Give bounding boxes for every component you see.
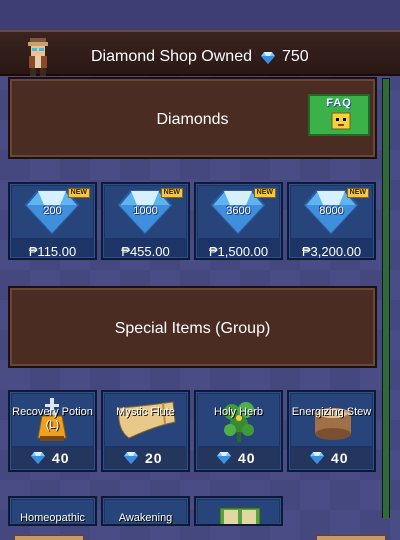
faq-button[interactable]: FAQ (308, 94, 370, 136)
item-cost-value: 40 (238, 450, 256, 466)
diamond-pack-card[interactable]: 8000 NEW ₱3,200.00 (287, 182, 376, 260)
item-art: Recovery Potion (L) (12, 394, 93, 446)
diamond-pack-amount: 1000 (133, 205, 158, 217)
item-art: Mystic Flute (105, 394, 186, 446)
diamond-pack-price: ₱1,500.00 (208, 244, 269, 259)
special-item-card[interactable]: Homeopathic (8, 496, 97, 526)
item-cost: 40 (12, 448, 93, 468)
item-name: Awakening (118, 512, 173, 524)
new-badge: NEW (67, 188, 90, 198)
special-item-card[interactable]: Holy Herb 40 (194, 390, 283, 472)
diamond-pack-amount: 8000 (319, 205, 344, 217)
book-icon (219, 507, 261, 524)
diamond-pack-price: ₱455.00 (121, 244, 170, 259)
item-cost: 20 (105, 448, 186, 468)
faq-label: FAQ (326, 97, 352, 109)
diamond-pack-art: 1000 NEW (105, 186, 186, 238)
item-art (198, 500, 279, 524)
special-item-card[interactable]: Awakening (101, 496, 190, 526)
special-item-card[interactable]: Mystic Flute 20 (101, 390, 190, 472)
item-cost-value: 20 (145, 450, 163, 466)
scrollbar-thumb[interactable] (383, 79, 389, 519)
diamond-pack-art: 8000 NEW (291, 186, 372, 238)
item-cost-value: 40 (52, 450, 70, 466)
diamond-pack-price: ₱3,200.00 (301, 244, 362, 259)
diamond-icon (261, 52, 275, 64)
scrollbar[interactable] (382, 78, 390, 519)
new-badge: NEW (253, 188, 276, 198)
diamond-pack-card[interactable]: 3600 NEW ₱1,500.00 (194, 182, 283, 260)
special-item-card[interactable]: Recovery Potion (L) 40 (8, 390, 97, 472)
special-items-section-header: Special Items (Group) (8, 286, 377, 368)
diamond-pack-amount: 200 (43, 205, 62, 217)
faq-mascot-icon (331, 112, 351, 130)
diamond-pack-price: ₱115.00 (28, 244, 77, 259)
owned-diamond-count: 750 (282, 48, 309, 65)
diamond-pack-card[interactable]: 1000 NEW ₱455.00 (101, 182, 190, 260)
bottom-left-button[interactable] (14, 535, 84, 540)
diamond-pack-art: 3600 NEW (198, 186, 279, 238)
diamond-pack-amount: 3600 (226, 205, 251, 217)
item-name: Mystic Flute (116, 406, 175, 418)
item-art: Energizing Stew (291, 394, 372, 446)
item-name: Holy Herb (214, 406, 263, 418)
item-art: Awakening (105, 500, 186, 524)
herb-icon (224, 402, 254, 442)
item-cost: 40 (198, 448, 279, 468)
diamond-icon (124, 452, 138, 464)
diamond-icon (310, 452, 324, 464)
special-item-card[interactable] (194, 496, 283, 526)
header-title: Diamond Shop Owned (91, 48, 252, 65)
new-badge: NEW (346, 188, 369, 198)
bottom-right-button[interactable] (316, 535, 386, 540)
item-art: Holy Herb (198, 394, 279, 446)
new-badge: NEW (160, 188, 183, 198)
diamond-icon (31, 452, 45, 464)
diamond-icon (217, 452, 231, 464)
item-cost: 40 (291, 448, 372, 468)
diamond-pack-art: 200 NEW (12, 186, 93, 238)
item-art: Homeopathic (12, 500, 93, 524)
item-name: Recovery Potion (L) (12, 406, 93, 431)
diamond-pack-card[interactable]: 200 NEW ₱115.00 (8, 182, 97, 260)
item-name: Energizing Stew (291, 406, 372, 418)
special-item-card[interactable]: Energizing Stew 40 (287, 390, 376, 472)
player-avatar (28, 38, 48, 76)
special-items-section-title: Special Items (Group) (114, 320, 271, 337)
top-background (0, 0, 400, 30)
item-name: Homeopathic (20, 512, 85, 524)
shop-header: Diamond Shop Owned 750 (0, 30, 400, 76)
item-cost-value: 40 (331, 450, 349, 466)
